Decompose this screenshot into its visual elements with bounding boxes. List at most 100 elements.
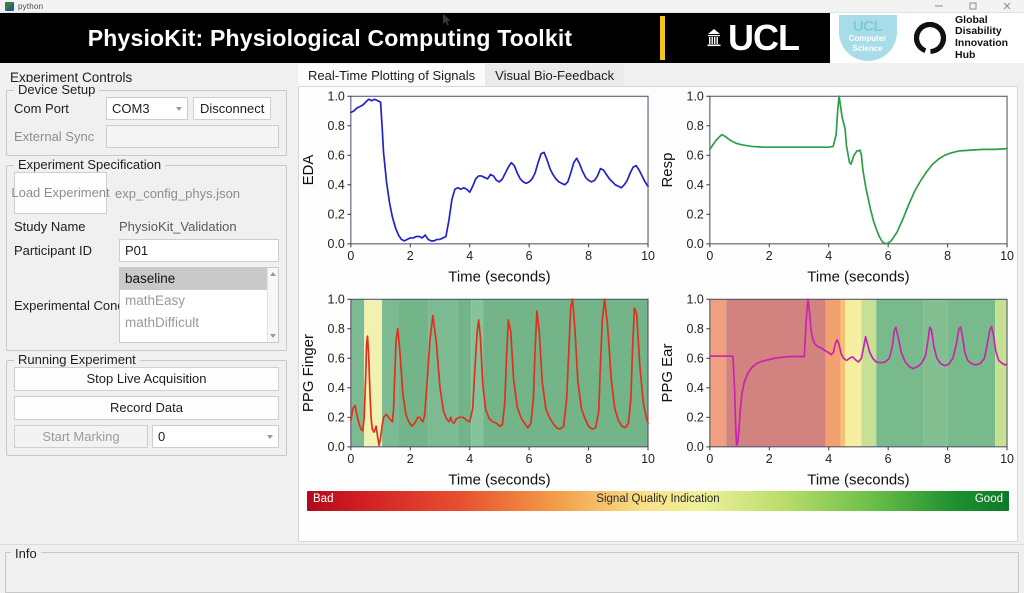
svg-text:0.2: 0.2 [687,411,704,425]
svg-text:6: 6 [885,452,892,466]
cs-logo-ucl-mark: UCL [852,18,883,36]
running-experiment-group: Running Experiment Stop Live Acquisition… [6,352,287,456]
external-sync-input[interactable] [106,125,279,148]
study-name-value: PhysioKit_Validation [119,219,237,234]
svg-text:1.0: 1.0 [687,293,704,307]
study-name-label: Study Name [14,219,86,234]
study-name-row: Study Name PhysioKit_Validation [14,219,279,234]
list-item[interactable]: mathDifficult [120,312,278,334]
svg-text:0.8: 0.8 [328,322,345,336]
svg-text:8: 8 [944,452,951,466]
svg-text:0: 0 [347,249,354,263]
app-header: PhysioKit: Physiological Computing Toolk… [0,13,1024,63]
com-port-row: Com Port COM3 Disconnect [14,97,279,120]
svg-text:4: 4 [825,249,832,263]
svg-text:0.0: 0.0 [328,237,345,251]
svg-text:4: 4 [825,452,832,466]
svg-text:Resp: Resp [659,153,676,188]
participant-id-input[interactable]: P01 [119,239,279,262]
close-icon[interactable] [990,0,1024,13]
svg-text:8: 8 [944,249,951,263]
svg-text:0.8: 0.8 [687,322,704,336]
svg-text:0.6: 0.6 [328,149,345,163]
svg-text:4: 4 [466,249,473,263]
svg-text:0: 0 [706,249,713,263]
external-sync-label: External Sync [14,129,95,144]
svg-text:10: 10 [641,452,655,466]
real-time-plotting-panel: 0 2 4 6 8 10 0.0 0.2 0.4 0.6 0.8 1.0 Time (seconds) E… [298,86,1018,542]
os-window-title: python [18,1,44,11]
experiment-controls-panel: Experiment Controls Device Setup Com Por… [0,63,293,544]
svg-text:0: 0 [706,452,713,466]
experiment-specification-group: Experiment Specification Load Experiment… [6,157,287,351]
gdi-line-4: Hub [955,48,976,61]
scroll-down-icon[interactable] [270,334,276,338]
cs-logo-disc: UCL Computer Science [838,15,897,61]
tab-real-time-plotting[interactable]: Real-Time Plotting of Signals [298,64,486,86]
gdi-line-3: Innovation [955,37,1009,49]
com-port-label: Com Port [14,101,69,116]
svg-text:0.4: 0.4 [687,381,704,395]
load-experiment-row: Load Experiment exp_config_phys.json [11,172,279,214]
experimental-conditions-label: Experimental Conditions [14,297,155,314]
svg-text:10: 10 [1000,452,1014,466]
experimental-conditions-list[interactable]: baseline mathEasy mathDifficult [119,267,279,343]
minimize-icon[interactable] [922,0,956,13]
signal-quality-title: Signal Quality Indication [596,493,720,505]
svg-text:1.0: 1.0 [328,293,345,307]
signal-quality-good-label: Good [974,493,1003,505]
participant-id-row: Participant ID P01 [14,239,279,262]
com-port-select[interactable]: COM3 [106,97,188,120]
plot-ppg-ear: 0 2 4 6 8 10 0.0 0.2 0.4 0.6 0.8 1.0 Time (seconds) P… [658,290,1017,493]
svg-text:0.2: 0.2 [687,208,704,222]
svg-text:0.8: 0.8 [328,119,345,133]
list-item[interactable]: baseline [120,268,278,290]
header-logos: UCL UCL Computer Science Global Disabili… [665,13,1024,63]
signal-quality-indicator: Bad Signal Quality Indication Good [307,491,1009,511]
info-legend: Info [11,546,41,561]
python-app-icon [5,1,14,11]
ucl-portico-icon [704,28,724,48]
plot-grid: 0 2 4 6 8 10 0.0 0.2 0.4 0.6 0.8 1.0 Time (seconds) E… [299,87,1017,493]
experimental-conditions-row: Experimental Conditions baseline mathEas… [14,267,279,343]
list-item[interactable]: mathEasy [120,290,278,312]
load-experiment-button[interactable]: Load Experiment [11,172,110,214]
device-setup-legend: Device Setup [14,82,100,97]
cs-logo-line2: Science [852,43,883,53]
record-data-button[interactable]: Record Data [14,396,279,420]
scroll-up-icon[interactable] [270,272,276,276]
com-port-value: COM3 [112,101,150,116]
svg-text:0.2: 0.2 [328,411,345,425]
svg-text:0: 0 [347,452,354,466]
svg-text:Time (seconds): Time (seconds) [807,472,909,489]
list-scrollbar[interactable] [267,268,278,342]
svg-text:0.0: 0.0 [328,440,345,454]
ucl-computer-science-logo: UCL Computer Science [830,13,905,63]
chevron-down-icon [267,434,273,439]
disconnect-button[interactable]: Disconnect [193,97,272,120]
maximize-icon[interactable] [956,0,990,13]
start-marking-button[interactable]: Start Marking [14,425,148,448]
svg-text:0.6: 0.6 [328,352,345,366]
experiment-specification-legend: Experiment Specification [14,157,166,172]
global-disability-innovation-hub-logo: Global Disability Innovation Hub [905,13,1024,63]
marking-value-select[interactable]: 0 [152,425,279,448]
svg-text:10: 10 [1000,249,1014,263]
svg-text:0.0: 0.0 [687,440,704,454]
external-sync-row: External Sync [14,125,279,148]
gdi-hub-wordmark: Global Disability Innovation Hub [955,14,1009,62]
svg-text:2: 2 [407,452,414,466]
ucl-logo: UCL [665,13,830,63]
svg-text:0.6: 0.6 [687,149,704,163]
stop-live-acquisition-button[interactable]: Stop Live Acquisition [14,367,279,391]
svg-text:0.6: 0.6 [687,352,704,366]
marking-row: Start Marking 0 [14,425,279,448]
tab-visual-bio-feedback[interactable]: Visual Bio-Feedback [485,64,625,86]
svg-text:1.0: 1.0 [687,90,704,104]
svg-text:0.4: 0.4 [687,178,704,192]
svg-text:8: 8 [585,249,592,263]
signal-quality-gradient-bar: Bad Signal Quality Indication Good [307,491,1009,511]
svg-text:0.2: 0.2 [328,208,345,222]
plot-eda: 0 2 4 6 8 10 0.0 0.2 0.4 0.6 0.8 1.0 Time (seconds) E… [299,87,658,290]
svg-text:10: 10 [641,249,655,263]
